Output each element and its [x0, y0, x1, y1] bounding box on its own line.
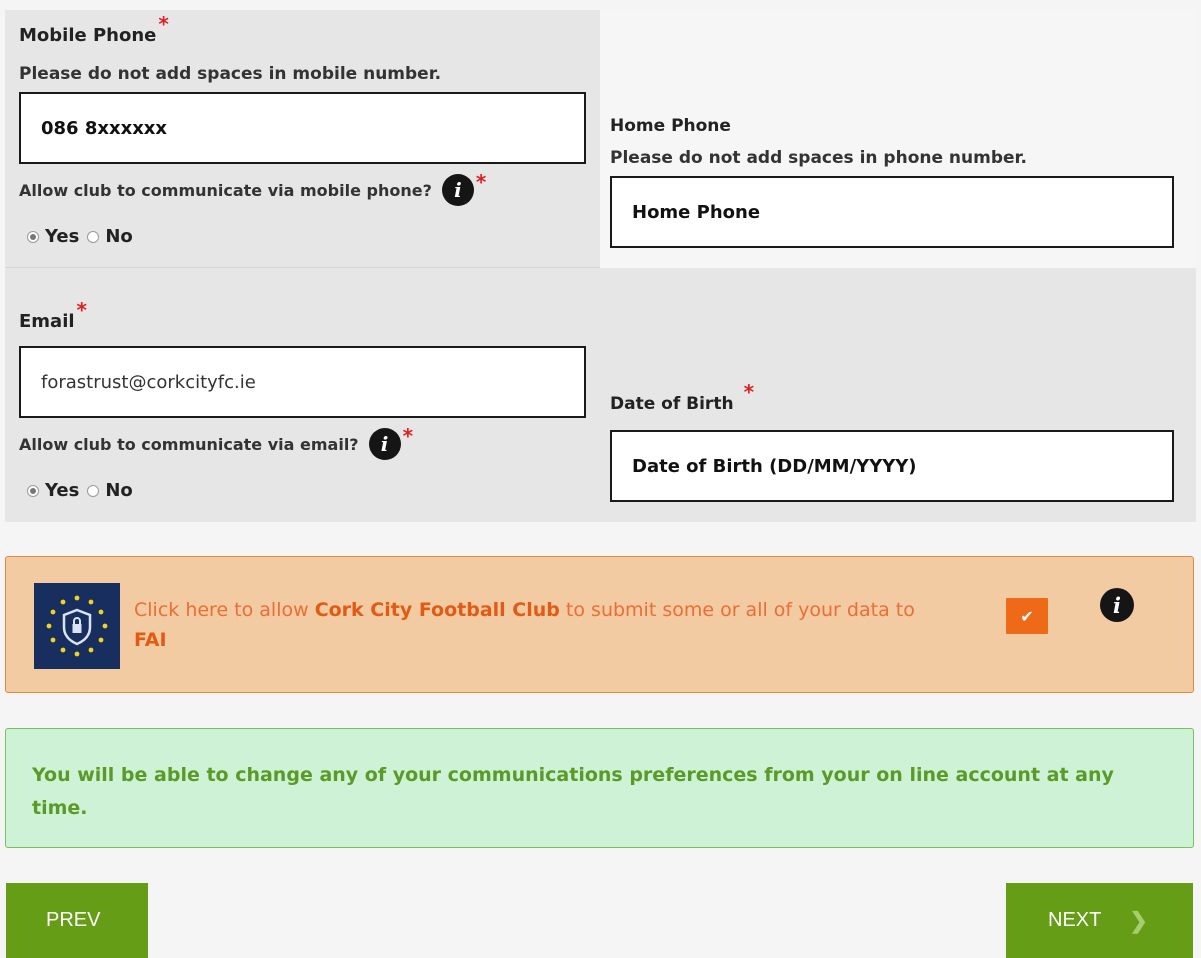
- radio-unselected-icon[interactable]: [87, 484, 100, 497]
- date-of-birth-label: Date of Birth *: [610, 380, 755, 414]
- email-consent-yes[interactable]: Yes: [27, 480, 79, 501]
- eu-stars-shield-icon: [34, 583, 120, 669]
- radio-selected-icon[interactable]: [27, 230, 39, 243]
- mobile-consent-yes[interactable]: Yes: [27, 226, 79, 247]
- radio-unselected-icon[interactable]: [87, 230, 100, 243]
- required-marker: *: [402, 424, 414, 448]
- mobile-consent-no[interactable]: No: [87, 226, 133, 247]
- preferences-notice: You will be able to change any of your c…: [5, 728, 1194, 848]
- required-marker: *: [158, 12, 169, 36]
- email-cell: Email* Allow club to communicate via ema…: [5, 268, 600, 522]
- home-phone-cell: Home Phone Please do not add spaces in p…: [600, 10, 1196, 268]
- org-name: FAI: [134, 629, 167, 651]
- contact-form-grid: Mobile Phone * Please do not add spaces i…: [5, 10, 1196, 522]
- email-consent-no[interactable]: No: [87, 480, 133, 501]
- required-marker: *: [475, 170, 487, 194]
- home-phone-label: Home Phone: [610, 116, 731, 136]
- date-of-birth-cell: Date of Birth *: [600, 268, 1196, 522]
- radio-selected-icon[interactable]: [27, 484, 39, 497]
- required-marker: *: [76, 298, 88, 322]
- email-label: Email *: [19, 298, 88, 332]
- gdpr-badge-icon: [34, 583, 120, 669]
- data-sharing-consent-text[interactable]: Click here to allow Cork City Football C…: [134, 595, 1014, 655]
- info-icon[interactable]: i: [368, 428, 401, 460]
- mobile-phone-label: Mobile Phone *: [19, 12, 169, 46]
- club-name: Cork City Football Club: [314, 599, 560, 621]
- next-button[interactable]: NEXT ❯: [1006, 883, 1193, 958]
- mobile-consent-question: Allow club to communicate via mobile pho…: [19, 170, 486, 206]
- chevron-right-icon: ❯: [1129, 907, 1148, 933]
- preferences-notice-text: You will be able to change any of your c…: [32, 764, 1114, 819]
- info-icon[interactable]: i: [441, 174, 474, 206]
- prev-button[interactable]: PREV: [6, 883, 148, 958]
- email-row: Email* Allow club to communicate via ema…: [5, 268, 1196, 522]
- home-phone-input[interactable]: [610, 176, 1174, 248]
- date-of-birth-input[interactable]: [610, 430, 1174, 502]
- email-consent-radio-group: Yes No: [27, 480, 141, 501]
- mobile-consent-radio-group: Yes No: [27, 226, 141, 247]
- required-marker: *: [743, 380, 755, 404]
- email-consent-question: Allow club to communicate via email? i *: [19, 424, 413, 460]
- home-phone-hint: Please do not add spaces in phone number…: [610, 148, 1027, 168]
- info-icon[interactable]: i: [1100, 588, 1134, 622]
- mobile-phone-input[interactable]: [19, 92, 586, 164]
- email-input[interactable]: [19, 346, 586, 418]
- data-sharing-checkbox[interactable]: ✔: [1006, 598, 1048, 634]
- mobile-phone-hint: Please do not add spaces in mobile numbe…: [19, 64, 442, 84]
- phone-row: Mobile Phone * Please do not add spaces i…: [5, 10, 1196, 268]
- mobile-phone-cell: Mobile Phone * Please do not add spaces i…: [5, 10, 600, 268]
